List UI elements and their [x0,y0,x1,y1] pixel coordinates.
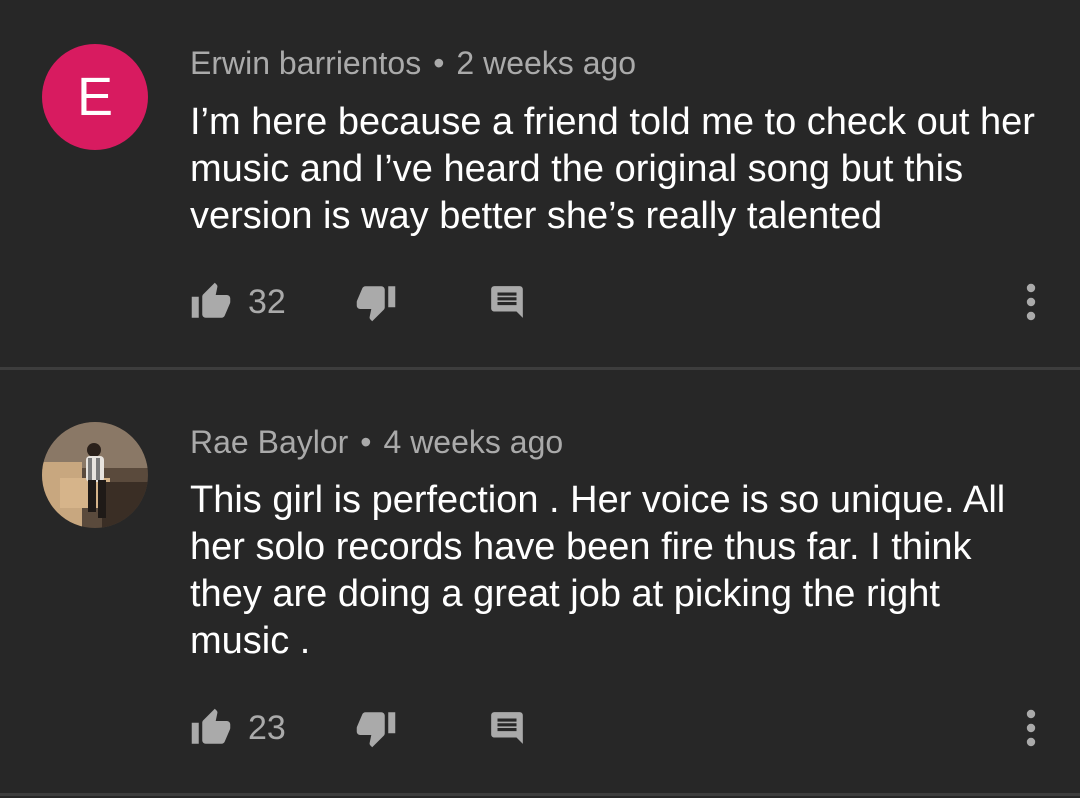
dislike-button[interactable] [355,703,397,753]
thumb-up-icon [190,707,232,749]
comment-meta: Erwin barrientos • 2 weeks ago [190,45,636,82]
comment-menu-button[interactable] [1016,277,1046,327]
like-button[interactable] [190,277,232,327]
comment-time[interactable]: 4 weeks ago [384,424,564,460]
comment-actions: 23 [190,703,1060,753]
comment-thread-item: Rae Baylor • 4 weeks ago This girl is perf… [0,370,1080,794]
comment-divider [0,793,1080,796]
like-count: 32 [248,283,286,321]
reply-comment-icon [488,283,526,321]
comment-meta: Rae Baylor • 4 weeks ago [190,424,563,461]
comment-text: I’m here because a friend told me to che… [190,101,1035,237]
avatar-letter: E [76,67,114,127]
meta-separator: • [360,424,372,460]
avatar[interactable]: E [42,44,148,150]
meta-separator: • [433,45,445,81]
comment-text: This girl is perfection . Her voice is s… [190,479,1006,662]
thumb-down-icon [355,281,397,323]
comment-author[interactable]: Rae Baylor [190,424,348,460]
reply-button[interactable] [488,277,526,327]
more-vertical-icon [1025,708,1037,748]
thumb-up-icon [190,281,232,323]
dislike-button[interactable] [355,277,397,327]
reply-button[interactable] [488,703,526,753]
comment-author[interactable]: Erwin barrientos [190,45,421,81]
comment-thread-item: E Erwin barrientos • 2 weeks ago I’m here … [0,0,1080,367]
like-count: 23 [248,709,286,747]
reply-comment-icon [488,709,526,747]
comment-menu-button[interactable] [1016,703,1046,753]
like-button[interactable] [190,703,232,753]
comment-time[interactable]: 2 weeks ago [456,45,636,81]
avatar[interactable] [42,422,148,528]
more-vertical-icon [1025,282,1037,322]
thumb-down-icon [355,707,397,749]
comment-actions: 32 [190,277,1060,327]
